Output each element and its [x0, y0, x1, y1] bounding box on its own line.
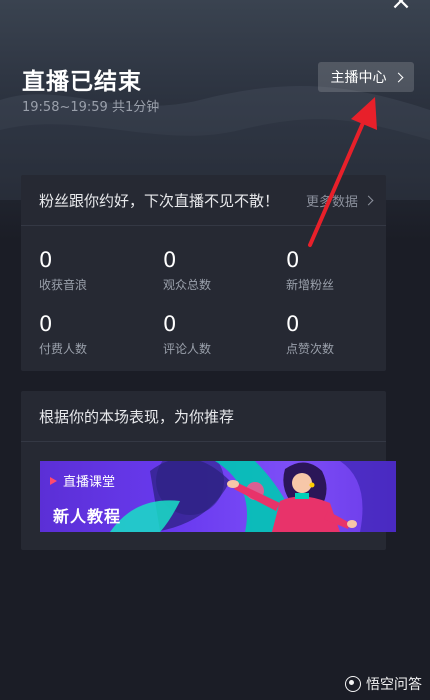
- watermark-text: 悟空问答: [366, 677, 422, 693]
- annotation-arrow-icon: [308, 97, 377, 247]
- watermark: 悟空问答: [345, 674, 422, 694]
- wukong-logo-icon: [345, 676, 361, 692]
